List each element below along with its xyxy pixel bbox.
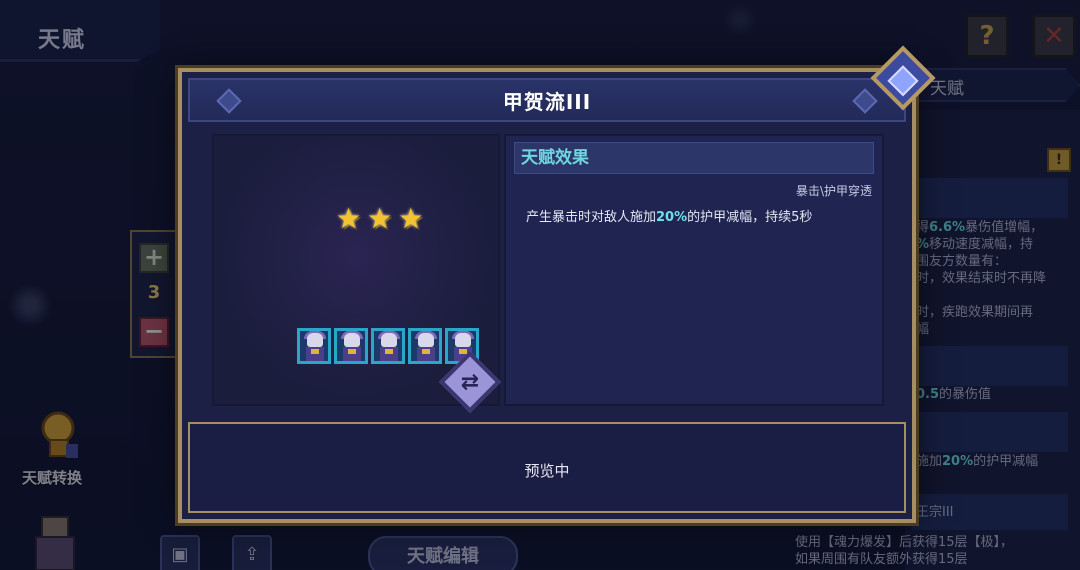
preview-status-bar: 预览中: [188, 422, 906, 513]
effect-title: 天赋效果: [521, 148, 589, 168]
star-icon: ★: [398, 202, 424, 235]
hero-icon[interactable]: [334, 328, 368, 364]
effect-tags: 暴击\护甲穿透: [795, 184, 872, 198]
effect-header: 天赋效果: [514, 142, 874, 174]
modal-title-bar: 甲贺流III: [188, 78, 906, 122]
talent-preview-modal: 甲贺流III ★ ★ ★ ⇄ 天赋效果 暴击\护甲穿透 产生暴击时对敌人施加20…: [178, 68, 916, 523]
hero-icon[interactable]: [371, 328, 405, 364]
talent-effect-panel: 天赋效果 暴击\护甲穿透 产生暴击时对敌人施加20%的护甲减幅，持续5秒: [504, 134, 884, 406]
star-rating: ★ ★ ★: [336, 204, 423, 234]
switch-icon: ⇄: [460, 369, 480, 395]
hero-icon[interactable]: [408, 328, 442, 364]
hero-slots: [297, 328, 479, 364]
effect-description: 产生暴击时对敌人施加20%的护甲减幅，持续5秒: [526, 210, 813, 225]
preview-status-text: 预览中: [524, 462, 570, 480]
star-icon: ★: [367, 202, 393, 235]
star-icon: ★: [336, 202, 362, 235]
modal-title: 甲贺流III: [502, 90, 592, 114]
hero-icon[interactable]: [297, 328, 331, 364]
